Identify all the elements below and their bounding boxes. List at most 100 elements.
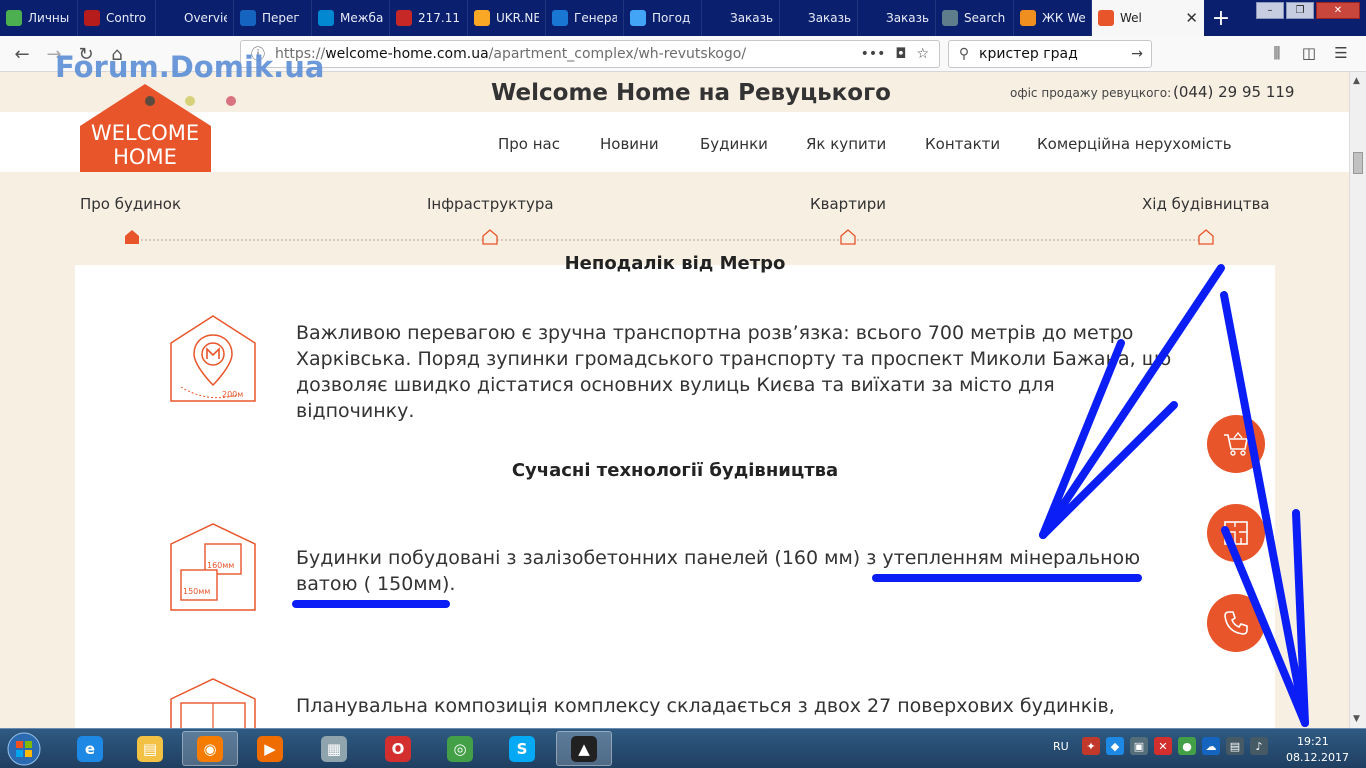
bookmark-star-icon[interactable]: ☆ <box>916 46 929 62</box>
taskbar-app-button[interactable]: O <box>370 731 426 766</box>
windows-logo-icon <box>7 732 41 766</box>
section-heading-technologies: Сучасні технології будівництва <box>511 460 839 481</box>
step-about-building[interactable]: Про будинок <box>80 195 181 213</box>
search-input[interactable]: кристер град <box>979 46 1078 62</box>
taskbar-app-button[interactable]: ▶ <box>242 731 298 766</box>
batman-icon: ▲ <box>571 735 597 762</box>
tab-label: Заказы <box>886 11 929 25</box>
browser-tab[interactable]: Overview ‹ <box>156 0 234 36</box>
tab-favicon-icon <box>864 10 880 26</box>
taskbar-app-button[interactable]: ▲ <box>556 731 612 766</box>
restore-icon[interactable]: ❐ <box>1286 2 1314 19</box>
tab-favicon-icon <box>318 10 334 26</box>
tab-favicon-icon <box>708 10 724 26</box>
step-active-house-icon[interactable] <box>124 229 140 245</box>
taskbar-app-button[interactable]: ◎ <box>432 731 488 766</box>
browser-tab[interactable]: ЖК We <box>1014 0 1092 36</box>
browser-tab[interactable]: Заказы <box>780 0 858 36</box>
cart-icon <box>1224 431 1248 456</box>
scroll-up-icon[interactable]: ▲ <box>1353 76 1360 86</box>
tray-app-icon[interactable]: ● <box>1178 737 1196 755</box>
browser-tab[interactable]: Перег <box>234 0 312 36</box>
browser-tab[interactable]: Заказы <box>858 0 936 36</box>
tab-label: Погод <box>652 11 691 25</box>
tray-app-icon[interactable]: ✕ <box>1154 737 1172 755</box>
clock-time[interactable]: 19:21 <box>1297 735 1329 748</box>
browser-tab[interactable]: UKR.NE <box>468 0 546 36</box>
system-tray: ✦ ◆ ▣ ✕ ● ☁ ▤ ♪ <box>1082 737 1268 755</box>
forward-icon[interactable]: → <box>42 42 66 66</box>
url-bar[interactable]: ⓘ https://welcome-home.com.ua/apartment_… <box>240 40 940 68</box>
menu-item-news[interactable]: Новини <box>600 135 659 153</box>
search-go-icon[interactable]: → <box>1131 46 1151 62</box>
phone-button[interactable] <box>1207 594 1265 652</box>
step-infrastructure[interactable]: Інфраструктура <box>427 195 554 213</box>
network-icon[interactable]: ▤ <box>1226 737 1244 755</box>
close-tab-icon[interactable]: ✕ <box>1185 9 1198 27</box>
browser-tab[interactable]: Межба <box>312 0 390 36</box>
floorplan-button[interactable] <box>1207 504 1265 562</box>
browser-tab[interactable]: Заказы <box>702 0 780 36</box>
taskbar-app-button[interactable]: e <box>62 731 118 766</box>
tab-favicon-icon <box>552 10 568 26</box>
back-icon[interactable]: ← <box>10 42 34 66</box>
library-icon[interactable]: ⫼ <box>1266 44 1288 64</box>
office-phone[interactable]: (044) 29 95 119 <box>1173 83 1294 101</box>
browser-tab[interactable]: Генера <box>546 0 624 36</box>
start-button[interactable] <box>4 730 44 768</box>
svg-text:HOME: HOME <box>113 145 177 169</box>
new-tab-button[interactable]: + <box>1204 0 1238 36</box>
minimize-icon[interactable]: – <box>1256 2 1284 19</box>
clock-date[interactable]: 08.12.2017 <box>1286 751 1349 764</box>
metro-location-icon: 200м <box>170 315 256 402</box>
page-actions-icon[interactable]: ••• <box>861 46 886 62</box>
home-icon[interactable]: ⌂ <box>105 42 129 66</box>
step-apartments[interactable]: Квартири <box>810 195 886 213</box>
browser-tab[interactable]: Search <box>936 0 1014 36</box>
site-logo[interactable]: WELCOME HOME <box>75 80 236 182</box>
tab-favicon-icon <box>84 10 100 26</box>
tab-favicon-icon <box>6 10 22 26</box>
step-house-icon[interactable] <box>1198 229 1214 245</box>
menu-icon[interactable]: ☰ <box>1330 44 1352 64</box>
menu-item-buildings[interactable]: Будинки <box>700 135 768 153</box>
menu-item-about[interactable]: Про нас <box>498 135 560 153</box>
cart-button[interactable] <box>1207 415 1265 473</box>
menu-item-commercial[interactable]: Комерційна нерухомість <box>1037 135 1232 153</box>
scrollbar-thumb[interactable] <box>1353 152 1363 174</box>
close-window-icon[interactable]: ✕ <box>1316 2 1360 19</box>
volume-icon[interactable]: ♪ <box>1250 737 1268 755</box>
taskbar-app-button[interactable]: ▦ <box>306 731 362 766</box>
step-house-icon[interactable] <box>840 229 856 245</box>
taskbar-app-button[interactable]: S <box>494 731 550 766</box>
browser-tab[interactable]: Погод <box>624 0 702 36</box>
scroll-down-icon[interactable]: ▼ <box>1353 714 1360 724</box>
menu-item-how-to-buy[interactable]: Як купити <box>806 135 886 153</box>
firefox-icon: ◉ <box>197 735 223 762</box>
browser-tab[interactable]: Contro <box>78 0 156 36</box>
browser-tab[interactable]: Личны <box>0 0 78 36</box>
step-house-icon[interactable] <box>482 229 498 245</box>
browser-tab[interactable]: 217.11 <box>390 0 468 36</box>
page-scrollbar[interactable]: ▲ ▼ <box>1349 72 1366 728</box>
transport-paragraph: Важливою перевагою є зручна транспортна … <box>296 322 1172 422</box>
search-bar[interactable]: ⚲ кристер град → <box>948 40 1152 68</box>
wall-panels-icon: 160мм 150мм <box>170 523 256 611</box>
pocket-icon[interactable]: ◘ <box>895 46 906 62</box>
technology-paragraph: Будинки побудовані з залізобетонних пане… <box>296 547 1141 595</box>
tray-app-icon[interactable]: ▣ <box>1130 737 1148 755</box>
reload-icon[interactable]: ↻ <box>74 42 98 66</box>
sidebar-icon[interactable]: ◫ <box>1298 44 1320 64</box>
cloud-icon[interactable]: ☁ <box>1202 737 1220 755</box>
floorplan-icon <box>1224 521 1248 545</box>
step-construction-progress[interactable]: Хід будівництва <box>1142 195 1270 213</box>
menu-item-contacts[interactable]: Контакти <box>925 135 1000 153</box>
dropbox-icon[interactable]: ◆ <box>1106 737 1124 755</box>
site-info-icon[interactable]: ⓘ <box>241 44 275 64</box>
taskbar-app-button[interactable]: ▤ <box>122 731 178 766</box>
layout-paragraph: Планувальна композиція комплексу складає… <box>296 695 1115 717</box>
browser-tab-active[interactable]: Wel ✕ <box>1092 0 1204 36</box>
taskbar-app-button[interactable]: ◉ <box>182 731 238 766</box>
tray-app-icon[interactable]: ✦ <box>1082 737 1100 755</box>
language-indicator[interactable]: RU <box>1053 740 1069 753</box>
